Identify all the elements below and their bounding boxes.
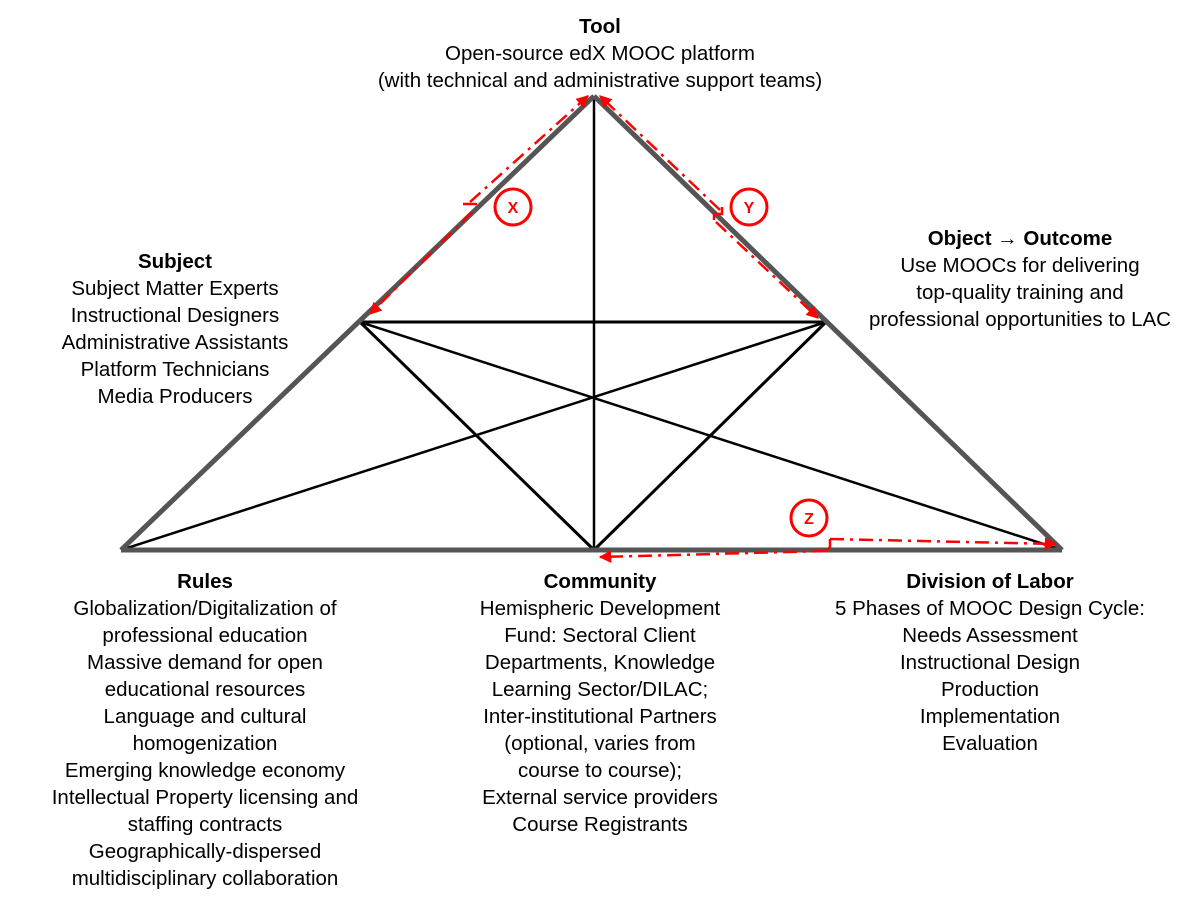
node-community-line: Hemispheric Development bbox=[479, 597, 721, 620]
node-subject-title: Subject bbox=[137, 250, 213, 273]
node-rules-line: professional education bbox=[102, 624, 308, 647]
node-community-line: Course Registrants bbox=[512, 813, 688, 836]
node-labor-line: 5 Phases of MOOC Design Cycle: bbox=[835, 597, 1145, 620]
arrow-y-upper bbox=[599, 95, 721, 211]
node-labor-line: Production bbox=[940, 678, 1039, 701]
arrow-z-right bbox=[829, 537, 1058, 550]
marker-y: Y bbox=[729, 187, 769, 227]
node-object-line: professional opportunities to LAC bbox=[869, 308, 1171, 331]
node-subject-line: Media Producers bbox=[97, 385, 253, 408]
marker-z: Z bbox=[789, 498, 829, 538]
line-subject-labor bbox=[359, 320, 1063, 552]
node-rules-line: homogenization bbox=[132, 732, 278, 755]
node-rules-line: staffing contracts bbox=[127, 813, 283, 836]
node-tool-line: (with technical and administrative suppo… bbox=[377, 69, 823, 92]
node-rules-line: Language and cultural bbox=[103, 705, 307, 728]
node-labor-line: Implementation bbox=[919, 705, 1061, 728]
arrow-y-lower bbox=[715, 221, 819, 319]
marker-y-label: Y bbox=[744, 200, 755, 217]
node-labor-line: Evaluation bbox=[942, 732, 1038, 755]
node-community-line: (optional, varies from bbox=[504, 732, 696, 755]
node-tool-line: Open-source edX MOOC platform bbox=[445, 42, 755, 65]
marker-x-label: X bbox=[508, 200, 519, 217]
node-rules: Rules Globalization/Digitalization of pr… bbox=[20, 568, 390, 892]
node-rules-line: Globalization/Digitalization of bbox=[73, 597, 337, 620]
node-rules-title: Rules bbox=[177, 570, 233, 593]
node-community-line: External service providers bbox=[482, 786, 718, 809]
node-tool: Tool Open-source edX MOOC platform (with… bbox=[300, 13, 900, 94]
marker-z-label: Z bbox=[804, 511, 814, 528]
node-object-line: top-quality training and bbox=[916, 281, 1124, 304]
node-community-line: Learning Sector/DILAC; bbox=[491, 678, 709, 701]
node-subject-line: Platform Technicians bbox=[80, 358, 270, 381]
node-community-title: Community bbox=[543, 570, 657, 593]
node-labor-line: Instructional Design bbox=[899, 651, 1081, 674]
node-community-line: Inter-institutional Partners bbox=[483, 705, 717, 728]
node-labor-line: Needs Assessment bbox=[902, 624, 1078, 647]
node-rules-line: multidisciplinary collaboration bbox=[71, 867, 339, 890]
node-rules-line: Massive demand for open bbox=[87, 651, 323, 674]
node-tool-title: Tool bbox=[579, 15, 621, 38]
z-tick bbox=[825, 539, 832, 552]
node-subject: Subject Subject Matter Experts Instructi… bbox=[30, 248, 320, 410]
marker-x: X bbox=[493, 187, 533, 227]
arrow-x-upper bbox=[469, 95, 589, 203]
node-rules-line: educational resources bbox=[104, 678, 306, 701]
node-object-outcome: Object → Outcome Use MOOCs for deliverin… bbox=[850, 225, 1190, 333]
node-community-line: Fund: Sectoral Client bbox=[504, 624, 696, 647]
node-object-line: Use MOOCs for delivering bbox=[900, 254, 1140, 277]
node-rules-line: Geographically-dispersed bbox=[88, 840, 322, 863]
node-subject-line: Subject Matter Experts bbox=[71, 277, 279, 300]
node-community: Community Hemispheric Development Fund: … bbox=[450, 568, 750, 838]
node-subject-line: Instructional Designers bbox=[70, 304, 280, 327]
node-subject-line: Administrative Assistants bbox=[61, 331, 289, 354]
node-rules-line: Emerging knowledge economy bbox=[64, 759, 346, 782]
node-labor-title: Division of Labor bbox=[906, 570, 1074, 593]
node-community-line: Departments, Knowledge bbox=[484, 651, 716, 674]
node-rules-line: Intellectual Property licensing and bbox=[51, 786, 359, 809]
node-object-title: Object → Outcome bbox=[927, 227, 1113, 250]
node-division-of-labor: Division of Labor 5 Phases of MOOC Desig… bbox=[790, 568, 1190, 757]
node-community-line: course to course); bbox=[517, 759, 683, 782]
